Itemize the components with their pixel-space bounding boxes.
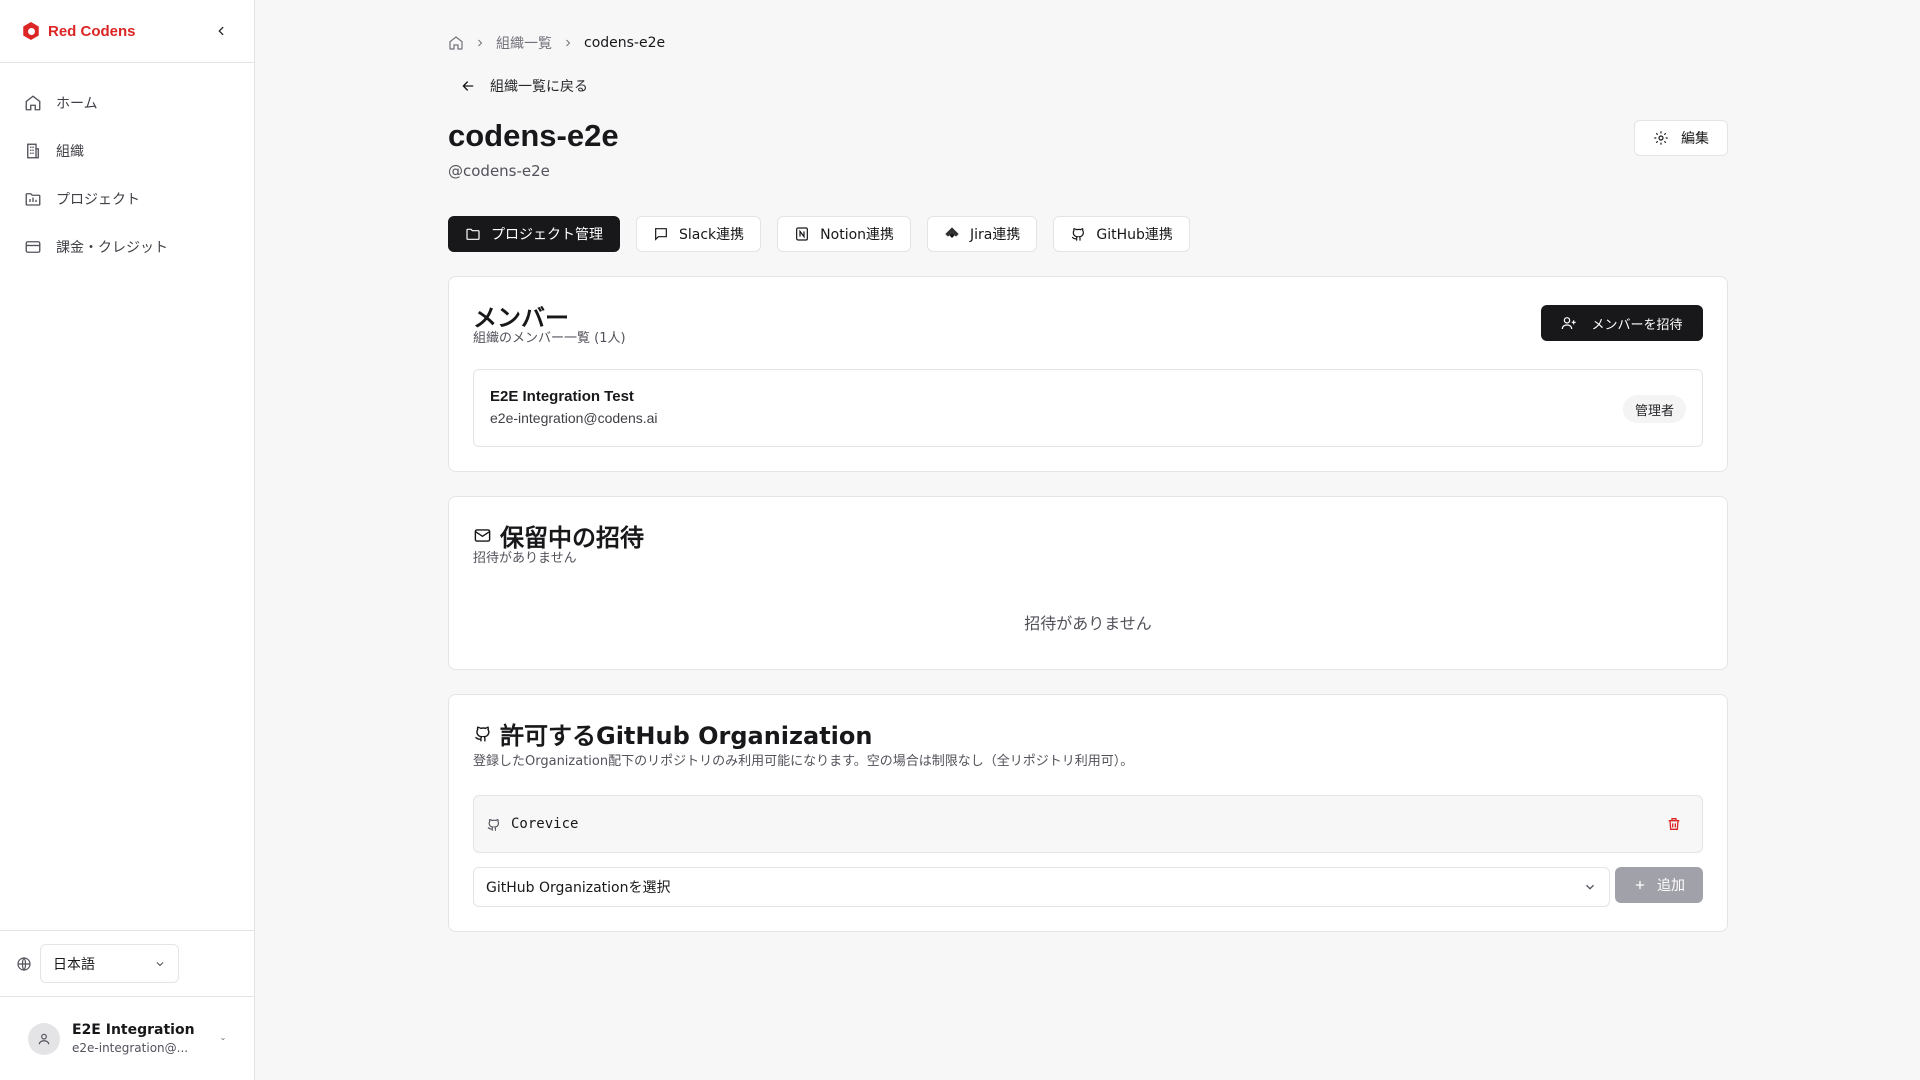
- tab-label: Slack連携: [679, 227, 745, 243]
- invite-button-label: メンバーを招待: [1591, 317, 1683, 333]
- invite-member-button[interactable]: メンバーを招待: [1541, 305, 1703, 341]
- folder-icon: [466, 228, 480, 240]
- folder-icon: [25, 193, 41, 206]
- pending-invites-card: 保留中の招待 招待がありません 招待がありません: [448, 496, 1728, 670]
- add-org-button[interactable]: 追加: [1615, 867, 1703, 903]
- jira-icon: [945, 227, 959, 238]
- sidebar-item-home[interactable]: ホーム: [12, 81, 242, 125]
- tab-jira[interactable]: Jira連携: [927, 216, 1038, 252]
- member-row: E2E Integration Test e2e-integration@cod…: [473, 369, 1703, 447]
- sidebar-item-projects[interactable]: プロジェクト: [12, 177, 242, 221]
- add-button-label: 追加: [1657, 878, 1685, 894]
- tab-label: Jira連携: [970, 227, 1021, 243]
- credit-card-icon: [25, 241, 41, 253]
- edit-button[interactable]: 編集: [1634, 120, 1728, 156]
- sidebar-item-label: プロジェクト: [56, 192, 140, 208]
- invites-empty-message: 招待がありません: [1024, 614, 1152, 633]
- plus-icon: [1635, 880, 1645, 890]
- chevron-down-icon: [221, 1037, 225, 1040]
- github-title-text: 許可するGitHub Organization: [500, 722, 873, 750]
- mail-icon: [474, 529, 491, 542]
- member-name: E2E Integration Test: [490, 388, 634, 405]
- github-subtitle: 登録したOrganization配下のリポジトリのみ利用可能になります。空の場合…: [473, 754, 1134, 769]
- github-icon: [1072, 228, 1085, 241]
- language-area: 日本語: [0, 930, 254, 996]
- role-badge: 管理者: [1622, 395, 1686, 423]
- collapse-sidebar-button[interactable]: [210, 20, 232, 42]
- github-org-row: Corevice: [473, 795, 1703, 853]
- back-link-label: 組織一覧に戻る: [490, 79, 588, 95]
- message-icon: [655, 228, 667, 241]
- breadcrumb-parent[interactable]: 組織一覧: [496, 33, 552, 53]
- edit-button-label: 編集: [1681, 131, 1709, 147]
- github-org-name: Corevice: [511, 816, 579, 832]
- brand-header: Red Codens: [0, 0, 254, 63]
- avatar: [28, 1022, 60, 1055]
- language-select[interactable]: 日本語: [40, 944, 179, 983]
- breadcrumb: 組織一覧 codens-e2e: [448, 33, 665, 53]
- github-org-select-placeholder: GitHub Organizationを選択: [486, 880, 671, 896]
- integration-tabs: プロジェクト管理 Slack連携 Notion連携 Jira連携 GitHub連…: [448, 216, 1190, 252]
- user-plus-icon: [1562, 317, 1577, 330]
- user-icon: [38, 1033, 50, 1044]
- sidebar-item-organizations[interactable]: 組織: [12, 129, 242, 173]
- tab-projects[interactable]: プロジェクト管理: [448, 216, 620, 252]
- members-subtitle: 組織のメンバー一覧 (1人): [473, 331, 626, 346]
- members-card: メンバー 組織のメンバー一覧 (1人) メンバーを招待 E2E Integrat…: [448, 276, 1728, 472]
- github-icon: [487, 818, 500, 831]
- sidebar-item-label: 課金・クレジット: [56, 240, 168, 256]
- sidebar-item-label: 組織: [56, 144, 84, 160]
- back-link[interactable]: 組織一覧に戻る: [460, 76, 588, 96]
- brand-logo-icon: [23, 22, 39, 40]
- user-name: E2E Integration ...: [72, 1022, 200, 1038]
- chevron-right-icon: [566, 39, 571, 47]
- org-handle: @codens-e2e: [448, 162, 550, 180]
- invites-subtitle: 招待がありません: [473, 551, 577, 566]
- sidebar: Red Codens ホーム 組織 プロジェクト 課金・クレジット 日本語 E2…: [0, 0, 255, 1080]
- chevron-right-icon: [478, 39, 483, 47]
- notion-icon: [796, 227, 809, 241]
- chevron-down-icon: [156, 961, 164, 966]
- user-email: e2e-integration@...: [72, 1041, 189, 1055]
- gear-icon: [1654, 131, 1668, 145]
- tab-github[interactable]: GitHub連携: [1053, 216, 1190, 252]
- github-title: 許可するGitHub Organization: [473, 716, 872, 751]
- sidebar-nav: ホーム 組織 プロジェクト 課金・クレジット: [0, 63, 254, 287]
- tab-label: プロジェクト管理: [491, 227, 603, 243]
- language-value: 日本語: [53, 956, 95, 973]
- page-title: codens-e2e: [448, 118, 619, 153]
- brand-name: Red Codens: [48, 22, 136, 40]
- github-org-select[interactable]: GitHub Organizationを選択: [473, 867, 1610, 907]
- tab-slack[interactable]: Slack連携: [636, 216, 762, 252]
- arrow-left-icon: [462, 81, 474, 91]
- tab-label: Notion連携: [820, 227, 895, 243]
- home-icon[interactable]: [448, 35, 464, 51]
- sidebar-item-billing[interactable]: 課金・クレジット: [12, 225, 242, 269]
- home-icon: [25, 95, 41, 111]
- github-orgs-card: 許可するGitHub Organization 登録したOrganization…: [448, 694, 1728, 932]
- github-icon: [475, 726, 490, 742]
- member-email: e2e-integration@codens.ai: [490, 410, 658, 426]
- chevron-left-icon: [218, 26, 224, 36]
- globe-icon: [17, 956, 31, 971]
- breadcrumb-current: codens-e2e: [584, 35, 666, 51]
- user-info: E2E Integration ... e2e-integration@...: [72, 1022, 200, 1055]
- trash-icon: [1668, 818, 1680, 830]
- user-menu[interactable]: E2E Integration ... e2e-integration@...: [0, 996, 254, 1080]
- delete-org-button[interactable]: [1662, 812, 1686, 836]
- tab-label: GitHub連携: [1096, 227, 1173, 243]
- tab-notion[interactable]: Notion連携: [777, 216, 912, 252]
- sidebar-item-label: ホーム: [56, 96, 98, 112]
- chevron-down-icon: [1586, 884, 1594, 890]
- building-icon: [27, 143, 39, 159]
